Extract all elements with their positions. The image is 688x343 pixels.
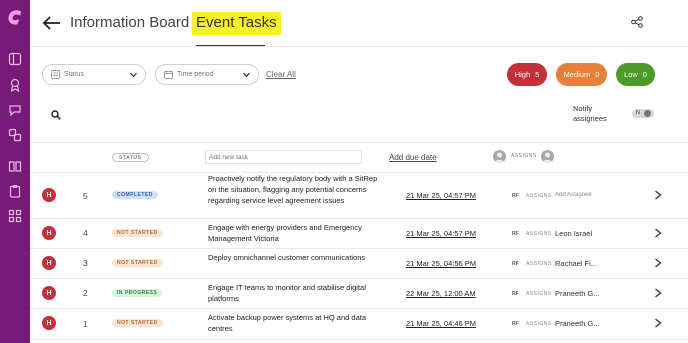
status-badge[interactable]: NOT STARTED [112,319,163,327]
assigns-column-header: ASSIGNS [511,153,537,159]
table-row[interactable]: H 4 NOT STARTED Engage with energy provi… [30,219,688,248]
book-icon[interactable] [8,159,22,173]
pill-label: Medium [563,70,591,79]
filter-icon [51,70,60,79]
low-priority-pill[interactable]: Low 0 [616,63,655,86]
status-badge[interactable]: NOT STARTED [112,229,163,237]
task-number: 3 [83,258,88,268]
medium-priority-pill[interactable]: Medium 0 [556,63,607,86]
chevron-right-icon[interactable] [654,288,662,298]
sidebar [0,0,30,343]
assignee-initials: RF [512,291,519,297]
due-date[interactable]: 21 Mar 25, 04:46 PM [406,319,476,328]
app-logo-icon[interactable] [6,8,25,27]
add-assignee-link[interactable]: Add Assignee [555,192,605,198]
avatar[interactable] [541,150,554,163]
status-badge[interactable]: IN PROGRESS [112,289,163,297]
table-row[interactable]: H 5 COMPLETED Proactively notify the reg… [30,172,688,218]
pill-label: Low [624,70,638,79]
toggle-state-text: N [636,110,640,116]
assignee-name[interactable]: Praneeth G... [555,319,605,328]
pill-count: 0 [642,70,647,79]
assigns-label: ASSIGNS [526,261,552,267]
new-task-input[interactable] [205,150,362,164]
time-period-filter-dropdown[interactable]: Time period [155,64,259,85]
priority-badge: H [42,226,56,240]
chevron-right-icon[interactable] [654,228,662,238]
chevron-right-icon[interactable] [654,318,662,328]
row-divider [30,339,688,340]
toggle-knob [644,110,651,117]
row-divider [30,142,688,143]
clipboard-icon[interactable] [8,184,22,198]
due-date[interactable]: 21 Mar 25, 04:57 PM [406,229,476,238]
time-period-filter-label: Time period [177,71,214,78]
calendar-icon [164,70,173,79]
table-row[interactable]: H 3 NOT STARTED Deploy omnichannel custo… [30,249,688,278]
header-divider [30,46,688,47]
pill-count: 0 [595,70,600,79]
notify-assignees-toggle[interactable]: N [632,109,654,118]
task-number: 1 [83,319,88,329]
assignee-initials: RF [512,193,519,199]
tab-event-tasks[interactable]: Event Tasks [192,12,281,35]
back-arrow-icon[interactable] [42,14,62,32]
award-icon[interactable] [8,78,22,92]
due-date[interactable]: 21 Mar 25, 04:56 PM [406,259,476,268]
table-row[interactable]: H 2 IN PROGRESS Engage IT teams to monit… [30,279,688,308]
assignee-initials: RF [512,321,519,327]
priority-badge: H [42,316,56,330]
chevron-right-icon[interactable] [654,258,662,268]
task-title[interactable]: Engage with energy providers and Emergen… [208,222,378,244]
high-priority-pill[interactable]: High 5 [507,63,547,86]
due-date[interactable]: 21 Mar 25, 04:57 PM [406,191,476,200]
due-date[interactable]: 22 Mar 25, 12:00 AM [406,289,476,298]
assigns-label: ASSIGNS [526,231,552,237]
priority-badge: H [42,256,56,270]
assigns-label: ASSIGNS [526,321,552,327]
add-due-date-link[interactable]: Add due date [389,153,437,162]
search-icon[interactable] [51,110,61,120]
table-row[interactable]: H 1 NOT STARTED Activate backup power sy… [30,309,688,339]
priority-badge: H [42,286,56,300]
avatar[interactable] [493,150,506,163]
link-icon[interactable] [8,128,22,142]
task-title[interactable]: Proactively notify the regulatory body w… [208,173,378,206]
assignee-name[interactable]: Rachael Fi... [555,259,605,268]
assignee-name[interactable]: Praneeth G... [555,289,605,298]
status-badge[interactable]: COMPLETED [112,191,158,199]
notify-assignees-label: Notify assignees [573,104,607,123]
assignee-initials: RF [512,231,519,237]
status-filter-label: Status [64,71,84,78]
assigns-label: ASSIGNS [526,193,552,199]
page-title: Information Board [70,14,190,31]
assigns-label: ASSIGNS [526,291,552,297]
assignee-initials: RF [512,261,519,267]
share-icon[interactable] [631,16,643,28]
task-number: 5 [83,191,88,201]
chevron-down-icon [130,72,137,78]
task-title[interactable]: Activate backup power systems at HQ and … [208,312,378,334]
grid-icon[interactable] [8,52,22,66]
status-column-header[interactable]: STATUS [112,153,149,162]
priority-badge: H [42,188,56,202]
task-title[interactable]: Engage IT teams to monitor and stabilise… [208,282,378,304]
apps-icon[interactable] [8,209,22,223]
task-number: 4 [83,228,88,238]
task-number: 2 [83,288,88,298]
chevron-right-icon[interactable] [654,190,662,200]
status-badge[interactable]: NOT STARTED [112,259,163,267]
clear-all-link[interactable]: Clear All [266,70,296,79]
chat-icon[interactable] [8,103,22,117]
task-title[interactable]: Deploy omnichannel customer communicatio… [208,252,378,263]
pill-label: High [514,70,531,79]
assignee-name[interactable]: Leon Israel [555,229,605,238]
status-filter-dropdown[interactable]: Status [42,64,146,85]
pill-count: 5 [535,70,540,79]
chevron-down-icon [243,72,250,78]
